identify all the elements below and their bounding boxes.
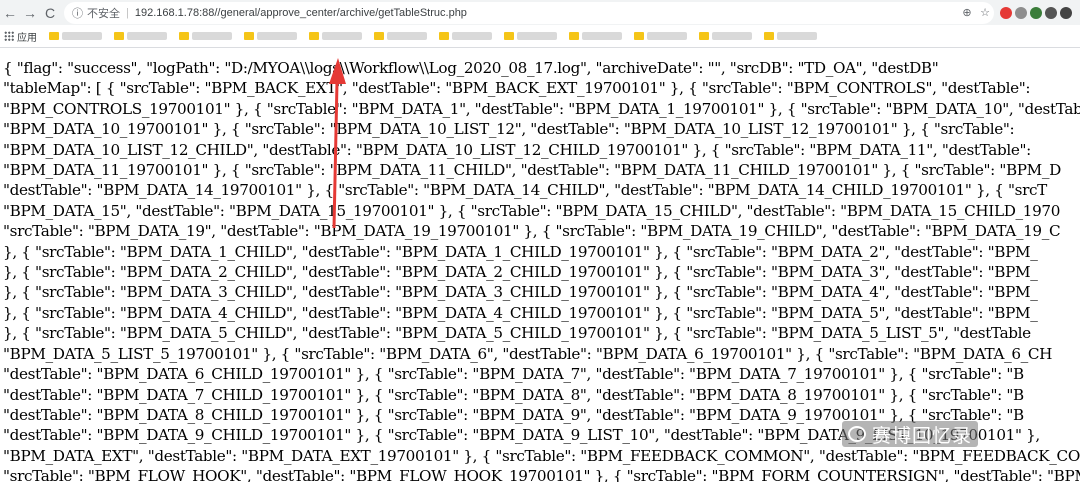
json-line: "destTable": "BPM_DATA_6_CHILD_19700101"… bbox=[3, 365, 1024, 384]
bookmark-item[interactable] bbox=[764, 32, 817, 40]
json-line: "destTable": "BPM_DATA_7_CHILD_19700101"… bbox=[3, 385, 1024, 404]
bookmark-label-redacted bbox=[777, 32, 817, 40]
folder-icon bbox=[439, 32, 449, 40]
folder-icon bbox=[699, 32, 709, 40]
bookmark-apps[interactable]: 应用 bbox=[17, 29, 37, 44]
security-label: 不安全 bbox=[87, 7, 120, 20]
extension-icon[interactable] bbox=[1060, 6, 1072, 19]
bookmark-label-redacted bbox=[62, 32, 102, 40]
watermark-text: 赛博回忆录 bbox=[872, 424, 973, 447]
bookmark-label-redacted bbox=[127, 32, 167, 40]
folder-icon bbox=[244, 32, 254, 40]
json-line: "srcTable": "BPM_FLOW_HOOK", "destTable"… bbox=[3, 467, 1080, 482]
json-line: "BPM_DATA_10_LIST_12_CHILD", "destTable"… bbox=[3, 140, 1031, 159]
bookmark-item[interactable] bbox=[114, 32, 167, 40]
wechat-icon bbox=[848, 426, 866, 442]
folder-icon bbox=[179, 32, 189, 40]
folder-icon bbox=[504, 32, 514, 40]
json-line: { "flag": "success", "logPath": "D:/MYOA… bbox=[3, 59, 939, 77]
folder-icon bbox=[309, 32, 319, 40]
json-line: "BPM_DATA_10_19700101" }, { "srcTable": … bbox=[3, 120, 1015, 139]
json-line: "BPM_DATA_15", "destTable": "BPM_DATA_15… bbox=[3, 201, 1061, 220]
back-button[interactable]: ← bbox=[0, 3, 20, 23]
bookmark-label-redacted bbox=[712, 32, 752, 40]
folder-icon bbox=[569, 32, 579, 40]
info-icon[interactable]: ⓘ bbox=[72, 5, 83, 21]
json-line: }, { "srcTable": "BPM_DATA_3_CHILD", "de… bbox=[3, 283, 1038, 302]
folder-icon bbox=[764, 32, 774, 40]
reload-icon: C bbox=[44, 4, 56, 21]
folder-icon bbox=[49, 32, 59, 40]
star-icon[interactable]: ☆ bbox=[976, 6, 994, 19]
bookmark-item[interactable] bbox=[569, 32, 622, 40]
extensions-area bbox=[1000, 6, 1072, 19]
folder-icon bbox=[634, 32, 644, 40]
bookmark-label-redacted bbox=[582, 32, 622, 40]
bookmark-item[interactable] bbox=[699, 32, 752, 40]
reload-button[interactable]: C bbox=[40, 3, 60, 23]
bookmark-label-redacted bbox=[647, 32, 687, 40]
bookmark-label-redacted bbox=[452, 32, 492, 40]
extension-icon[interactable] bbox=[1000, 6, 1012, 19]
arrow-left-icon: ← bbox=[3, 4, 17, 21]
watermark: 赛博回忆录 bbox=[842, 421, 979, 447]
folder-icon bbox=[114, 32, 124, 40]
browser-toolbar: ← → C ⓘ 不安全 | 192.168.1.78:88//general/a… bbox=[0, 0, 1080, 25]
extension-icon[interactable] bbox=[1045, 6, 1057, 19]
bookmark-item[interactable] bbox=[244, 32, 297, 40]
json-line: "tableMap": [ { "srcTable": "BPM_BACK_EX… bbox=[3, 79, 1031, 98]
zoom-icon[interactable]: ⊕ bbox=[958, 6, 976, 19]
bookmark-label-redacted bbox=[322, 32, 362, 40]
bookmark-item[interactable] bbox=[179, 32, 232, 40]
separator: | bbox=[126, 6, 129, 19]
extension-icon[interactable] bbox=[1030, 6, 1042, 19]
json-line: "BPM_DATA_11_19700101" }, { "srcTable": … bbox=[3, 161, 1061, 180]
json-response-body: { "flag": "success", "logPath": "D:/MYOA… bbox=[0, 58, 1080, 482]
bookmark-item[interactable] bbox=[439, 32, 492, 40]
bookmark-item[interactable] bbox=[504, 32, 557, 40]
forward-button[interactable]: → bbox=[20, 3, 40, 23]
apps-grid-icon[interactable] bbox=[4, 31, 14, 41]
json-line: "BPM_CONTROLS_19700101" }, { "srcTable":… bbox=[3, 99, 1080, 118]
url-text[interactable]: 192.168.1.78:88//general/approve_center/… bbox=[135, 7, 958, 19]
bookmark-label-redacted bbox=[192, 32, 232, 40]
bookmark-label-redacted bbox=[517, 32, 557, 40]
json-line: "BPM_DATA_EXT", "destTable": "BPM_DATA_E… bbox=[3, 446, 1080, 465]
bookmark-item[interactable] bbox=[634, 32, 687, 40]
arrow-right-icon: → bbox=[23, 4, 37, 21]
extension-icon[interactable] bbox=[1015, 6, 1027, 19]
json-line: }, { "srcTable": "BPM_DATA_5_CHILD", "de… bbox=[3, 324, 1031, 343]
bookmark-item[interactable] bbox=[309, 32, 362, 40]
bookmarks-bar: 应用 bbox=[0, 25, 1080, 48]
json-line: }, { "srcTable": "BPM_DATA_2_CHILD", "de… bbox=[3, 263, 1038, 282]
json-line: "destTable": "BPM_DATA_14_19700101" }, {… bbox=[3, 181, 1047, 200]
folder-icon bbox=[374, 32, 384, 40]
bookmark-label-redacted bbox=[257, 32, 297, 40]
bookmark-item[interactable] bbox=[374, 32, 427, 40]
bookmark-item[interactable] bbox=[49, 32, 102, 40]
bookmark-label-redacted bbox=[387, 32, 427, 40]
json-line: "srcTable": "BPM_DATA_19", "destTable": … bbox=[3, 222, 1061, 241]
address-bar[interactable]: ⓘ 不安全 | 192.168.1.78:88//general/approve… bbox=[64, 1, 994, 24]
json-line: }, { "srcTable": "BPM_DATA_4_CHILD", "de… bbox=[3, 303, 1038, 322]
json-line: "BPM_DATA_5_LIST_5_19700101" }, { "srcTa… bbox=[3, 344, 1053, 363]
json-line: }, { "srcTable": "BPM_DATA_1_CHILD", "de… bbox=[3, 242, 1038, 261]
